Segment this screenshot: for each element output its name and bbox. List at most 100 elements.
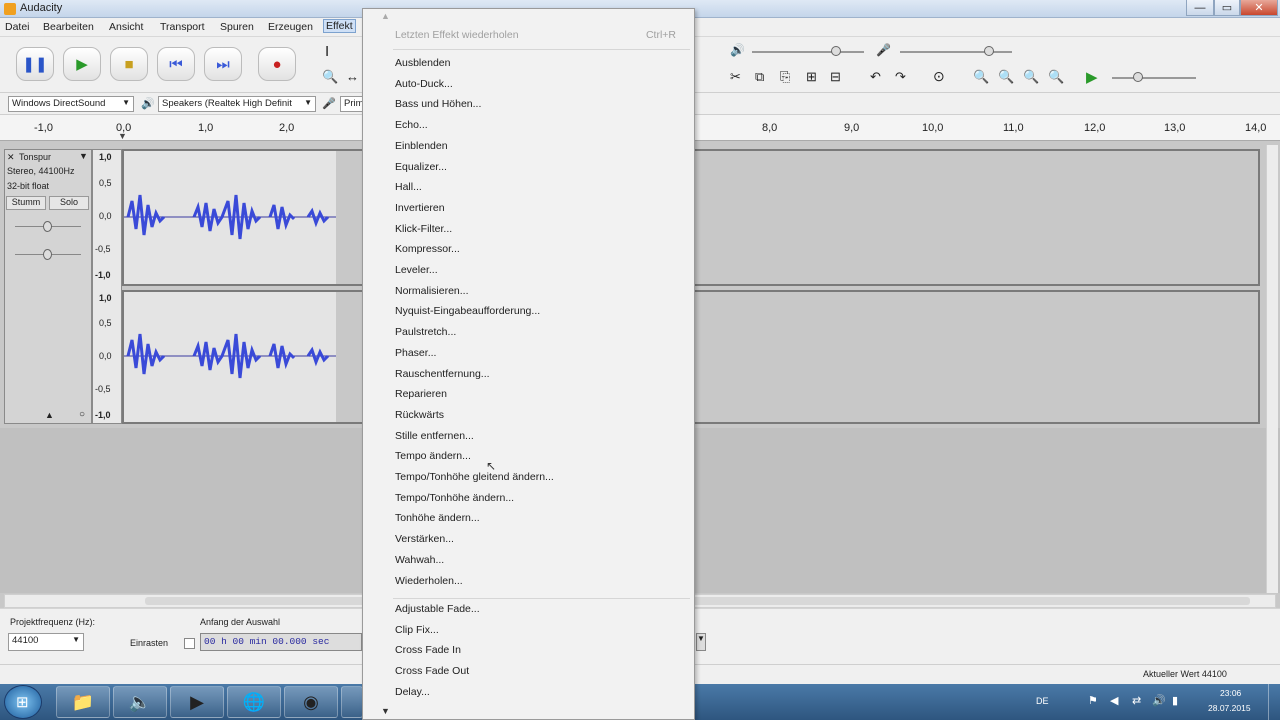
track-menu-chevron-icon[interactable]: ▼ [79,151,88,161]
effect-menu-item[interactable]: Tempo/Tonhöhe ändern... [395,492,514,504]
effect-menu-item[interactable]: Leveler... [395,264,438,276]
effect-menu-item[interactable]: Tempo ändern... [395,450,471,462]
track-name[interactable]: Tonspur [19,152,51,162]
taskbar-chrome[interactable]: ◉ [284,686,338,718]
zoom-tool-icon[interactable]: 🔍 [322,69,338,85]
effect-menu-item[interactable]: Tempo/Tonhöhe gleitend ändern... [395,471,554,483]
selection-end-dropdown[interactable]: ▼ [696,633,706,651]
recording-volume-slider[interactable] [900,51,1012,53]
close-button[interactable]: ✕ [1240,0,1278,16]
effect-menu-item[interactable]: Klick-Filter... [395,223,452,235]
mute-button[interactable]: Stumm [6,196,46,210]
play-at-speed-icon[interactable]: ▶ [1086,68,1098,86]
close-track-icon[interactable]: ✕ [7,152,15,163]
tray-flag-icon[interactable]: ⚑ [1088,694,1098,707]
record-button[interactable]: ● [258,47,296,81]
selection-start-field[interactable]: 00 h 00 min 00.000 sec [200,633,362,651]
recording-volume-thumb[interactable] [984,46,994,56]
gain-thumb[interactable] [43,221,52,232]
selection-tool-icon[interactable]: I [325,43,329,60]
plugin-menu-item[interactable]: Cross Fade Out [395,665,469,677]
audio-host-select[interactable]: Windows DirectSound ▼ [8,96,134,112]
undo-icon[interactable]: ↶ [870,69,881,85]
project-rate-select[interactable]: 44100 ▼ [8,633,84,651]
clock-date[interactable]: 28.07.2015 [1208,703,1251,713]
maximize-button[interactable]: ▭ [1214,0,1240,16]
play-speed-thumb[interactable] [1133,72,1143,82]
skip-start-button[interactable]: ⏮ [157,47,195,81]
zoom-out-icon[interactable]: 🔍 [998,69,1014,85]
stop-button[interactable]: ■ [110,47,148,81]
resize-track-icon[interactable]: ○ [79,409,85,420]
effect-menu-item[interactable]: Paulstretch... [395,326,456,338]
copy-icon[interactable]: ⧉ [755,69,764,85]
plugin-menu-item[interactable]: Delay... [395,686,430,698]
start-button[interactable]: ⊞ [4,685,42,719]
play-button[interactable]: ▶ [63,47,101,81]
sync-lock-icon[interactable]: ⊙ [933,68,945,85]
trim-icon[interactable]: ⊞ [806,69,817,85]
input-device-select[interactable]: Prim [340,96,364,112]
zoom-in-icon[interactable]: 🔍 [973,69,989,85]
plugin-menu-item[interactable]: Cross Fade In [395,644,461,656]
redo-icon[interactable]: ↷ [895,69,906,85]
show-desktop-button[interactable] [1268,684,1280,720]
play-speed-slider[interactable] [1112,77,1196,79]
effect-menu-item[interactable]: Einblenden [395,140,448,152]
effect-menu-item[interactable]: Invertieren [395,202,445,214]
cut-icon[interactable]: ✂ [730,69,741,85]
menu-datei[interactable]: Datei [5,21,30,33]
effect-menu-item[interactable]: Auto-Duck... [395,78,453,90]
clock-time[interactable]: 23:06 [1220,688,1241,698]
menu-effekt[interactable]: Effekt [323,19,356,33]
minimize-button[interactable]: — [1186,0,1214,16]
vertical-scrollbar[interactable] [1266,145,1278,593]
collapse-track-icon[interactable]: ▲ [45,410,54,420]
effect-menu-item[interactable]: Wiederholen... [395,575,463,587]
tray-chevron-icon[interactable]: ◀ [1110,694,1118,707]
effect-menu-item[interactable]: Nyquist-Eingabeaufforderung... [395,305,540,317]
effect-menu-item[interactable]: Reparieren [395,388,447,400]
menu-ansicht[interactable]: Ansicht [109,21,143,33]
menu-spuren[interactable]: Spuren [220,21,254,33]
effect-menu-item[interactable]: Verstärken... [395,533,454,545]
output-device-select[interactable]: Speakers (Realtek High Definit ▼ [158,96,316,112]
effect-menu-item[interactable]: Tonhöhe ändern... [395,512,480,524]
silence-icon[interactable]: ⊟ [830,69,841,85]
taskbar-browser[interactable]: 🌐 [227,686,281,718]
fit-selection-icon[interactable]: 🔍 [1023,69,1039,85]
effect-menu-item[interactable]: Wahwah... [395,554,444,566]
pause-button[interactable]: ❚❚ [16,47,54,81]
effect-menu-item[interactable]: Ausblenden [395,57,450,69]
tray-volume-icon[interactable]: 🔊 [1152,694,1166,707]
menu-transport[interactable]: Transport [160,21,205,33]
taskbar-explorer[interactable]: 📁 [56,686,110,718]
effect-menu-item[interactable]: Kompressor... [395,243,460,255]
effect-menu-item[interactable]: Equalizer... [395,161,447,173]
playback-volume-slider[interactable] [752,51,864,53]
fit-project-icon[interactable]: 🔍 [1048,69,1064,85]
playback-volume-thumb[interactable] [831,46,841,56]
effect-menu-item[interactable]: Rauschentfernung... [395,368,490,380]
taskbar-player[interactable]: ▶ [170,686,224,718]
solo-button[interactable]: Solo [49,196,89,210]
language-indicator[interactable]: DE [1036,696,1049,706]
paste-icon[interactable]: ⎘ [780,69,790,85]
tray-battery-icon[interactable]: ▮ [1172,694,1178,707]
plugin-menu-item[interactable]: Clip Fix... [395,624,439,636]
menu-erzeugen[interactable]: Erzeugen [268,21,313,33]
effect-menu-item[interactable]: Rückwärts [395,409,444,421]
effect-menu-item[interactable]: Stille entfernen... [395,430,474,442]
horizontal-scroll-thumb[interactable] [145,597,1250,605]
scroll-down-icon[interactable]: ▼ [381,706,390,716]
effect-menu-item[interactable]: Bass und Höhen... [395,98,481,110]
taskbar-audacity[interactable] [341,686,363,718]
effect-menu-item[interactable]: Echo... [395,119,428,131]
plugin-menu-item[interactable]: Adjustable Fade... [395,603,480,615]
effect-menu-item[interactable]: Hall... [395,181,422,193]
skip-end-button[interactable]: ⏭ [204,47,242,81]
taskbar-media[interactable]: 🔈 [113,686,167,718]
scroll-up-icon[interactable]: ▲ [381,11,390,21]
effect-menu-item[interactable]: Normalisieren... [395,285,469,297]
snap-checkbox[interactable] [184,638,195,649]
